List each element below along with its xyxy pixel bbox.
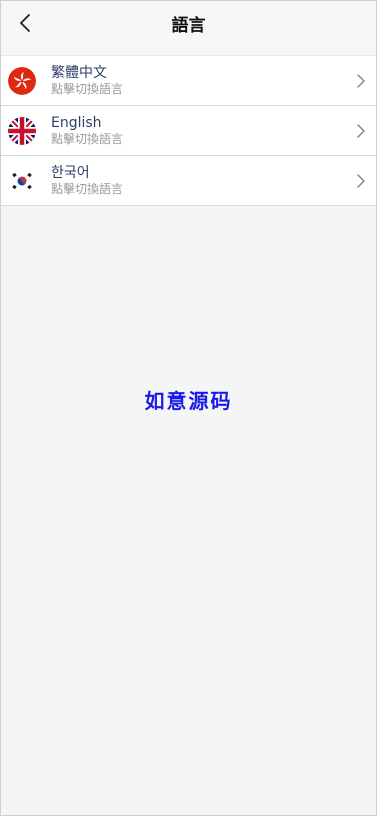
language-name: 한국어 [51,164,90,181]
language-page: 語言 繁體中文 點擊切換語言 English 點擊切換語言 한국어 點擊切換語言… [0,0,377,816]
chevron-left-icon [20,14,30,32]
watermark-text: 如意源码 [144,389,233,413]
language-subtitle: 點擊切換語言 [51,131,124,146]
language-texts: English 點擊切換語言 [51,115,123,147]
chevron-right-icon [357,124,365,138]
chevron-right-icon [357,174,365,188]
language-name: English [51,114,102,131]
language-item-english[interactable]: English 點擊切換語言 [1,106,376,156]
korea-flag-icon [8,166,36,195]
language-texts: 繁體中文 點擊切換語言 [51,65,123,97]
language-subtitle: 點擊切換語言 [51,81,124,96]
language-item-traditional-chinese[interactable]: 繁體中文 點擊切換語言 [1,56,376,106]
language-name: 繁體中文 [51,64,107,81]
uk-flag-icon [8,116,36,145]
language-subtitle: 點擊切換語言 [51,181,124,196]
page-title: 語言 [171,15,206,36]
back-button[interactable] [9,7,41,39]
hong-kong-flag-icon [8,66,36,95]
language-item-korean[interactable]: 한국어 點擊切換語言 [1,156,376,206]
header-bar: 語言 [1,1,376,45]
language-list: 繁體中文 點擊切換語言 English 點擊切換語言 한국어 點擊切換語言 [1,55,376,206]
chevron-right-icon [357,74,365,88]
language-texts: 한국어 點擊切換語言 [51,165,123,197]
